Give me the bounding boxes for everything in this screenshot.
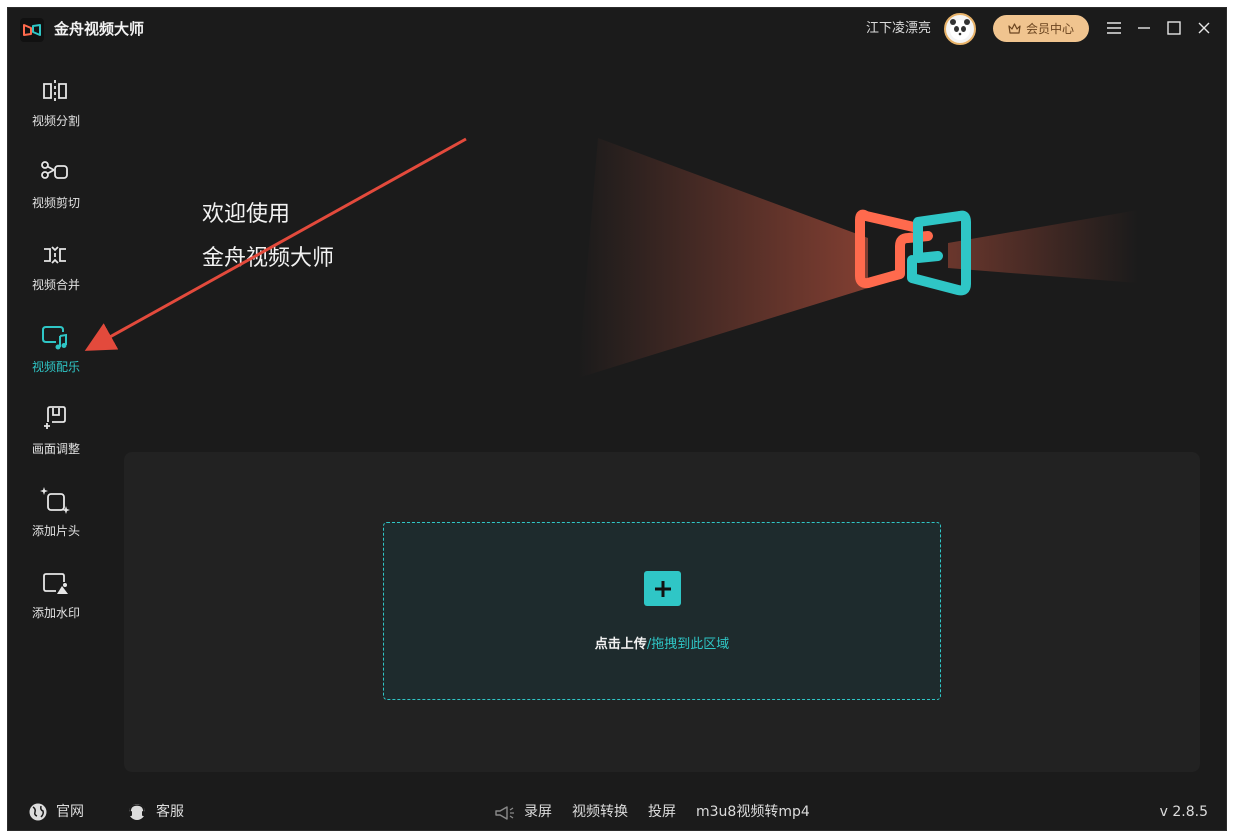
sidebar-item-video-merge[interactable]: 视频合并 — [8, 230, 104, 300]
sidebar-item-video-cut[interactable]: 视频剪切 — [8, 148, 104, 218]
minimize-button[interactable] — [1134, 18, 1154, 38]
upload-dropzone[interactable]: 点击上传/拖拽到此区域 — [383, 522, 941, 700]
upload-instruction: 点击上传/拖拽到此区域 — [384, 633, 940, 652]
username[interactable]: 江下凌漂亮 — [866, 19, 931, 39]
footer-link-video-convert[interactable]: 视频转换 — [572, 802, 628, 822]
vip-center-button[interactable]: 会员中心 — [993, 15, 1089, 42]
sidebar-item-label: 添加片头 — [31, 524, 80, 538]
sidebar-item-label: 视频剪切 — [31, 196, 80, 210]
sidebar-item-video-music[interactable]: 视频配乐 — [8, 312, 104, 382]
sparkle-frame-icon — [40, 487, 70, 514]
customer-service-link[interactable]: 客服 — [126, 802, 184, 822]
sidebar-item-add-intro[interactable]: 添加片头 — [8, 476, 104, 546]
globe-icon — [29, 803, 47, 821]
avatar[interactable] — [944, 13, 976, 45]
megaphone-icon — [495, 806, 514, 820]
light-beam-right — [948, 210, 1138, 283]
sidebar-item-label: 画面调整 — [31, 442, 80, 456]
plus-icon — [654, 580, 671, 597]
video-split-icon — [43, 80, 67, 101]
sidebar-item-label: 视频配乐 — [31, 360, 80, 374]
welcome-app-name: 金舟视频大师 — [202, 246, 335, 271]
app-logo-icon — [20, 18, 44, 42]
scissors-icon — [41, 161, 68, 179]
sidebar-item-video-split[interactable]: 视频分割 — [8, 66, 104, 136]
footer-link-screen-cast[interactable]: 投屏 — [648, 802, 676, 822]
hero-logo-graphic — [578, 138, 1138, 378]
menu-button[interactable] — [1104, 18, 1124, 38]
footer-link-m3u8-to-mp4[interactable]: m3u8视频转mp4 — [696, 802, 810, 822]
panda-avatar-icon — [950, 19, 970, 40]
customer-service-label: 客服 — [156, 804, 184, 820]
minimize-icon — [1138, 27, 1150, 29]
crown-icon — [1008, 23, 1021, 34]
app-window: 金舟视频大师 江下凌漂亮 会员中心 视频分割 视频剪切 视频合并 视频配乐 画面… — [7, 7, 1227, 831]
footer-bar: 官网 客服 录屏 视频转换 投屏 m3u8视频转mp4 v 2.8.5 — [8, 798, 1226, 828]
close-icon — [1198, 22, 1210, 34]
headset-icon — [129, 804, 145, 820]
vip-center-label: 会员中心 — [1025, 22, 1074, 36]
maximize-icon — [1167, 21, 1181, 35]
official-site-link[interactable]: 官网 — [28, 802, 84, 822]
app-title: 金舟视频大师 — [54, 20, 145, 38]
merge-icon — [44, 246, 66, 264]
upload-click-text[interactable]: 点击上传 — [595, 637, 647, 652]
sidebar-item-label: 视频合并 — [31, 278, 80, 292]
frame-adjust-icon — [44, 406, 66, 429]
version-label: v 2.8.5 — [1159, 804, 1208, 820]
music-note-icon — [42, 326, 67, 350]
close-button[interactable] — [1194, 18, 1214, 38]
sidebar-item-add-watermark[interactable]: 添加水印 — [8, 558, 104, 628]
image-watermark-icon — [43, 573, 68, 594]
sidebar-item-label: 添加水印 — [31, 606, 80, 620]
welcome-line: 欢迎使用 — [202, 202, 291, 227]
title-bar: 金舟视频大师 江下凌漂亮 会员中心 — [8, 8, 1226, 50]
upload-drag-text: /拖拽到此区域 — [646, 637, 730, 652]
light-beam-left — [578, 138, 868, 378]
sidebar-item-label: 视频分割 — [31, 114, 80, 128]
upload-panel: 点击上传/拖拽到此区域 — [124, 452, 1200, 772]
add-file-button[interactable] — [644, 571, 681, 606]
hamburger-icon — [1107, 22, 1121, 34]
maximize-button[interactable] — [1164, 18, 1184, 38]
sidebar-item-frame-adjust[interactable]: 画面调整 — [8, 394, 104, 464]
footer-link-screen-record[interactable]: 录屏 — [524, 802, 552, 822]
official-site-label: 官网 — [56, 804, 84, 820]
